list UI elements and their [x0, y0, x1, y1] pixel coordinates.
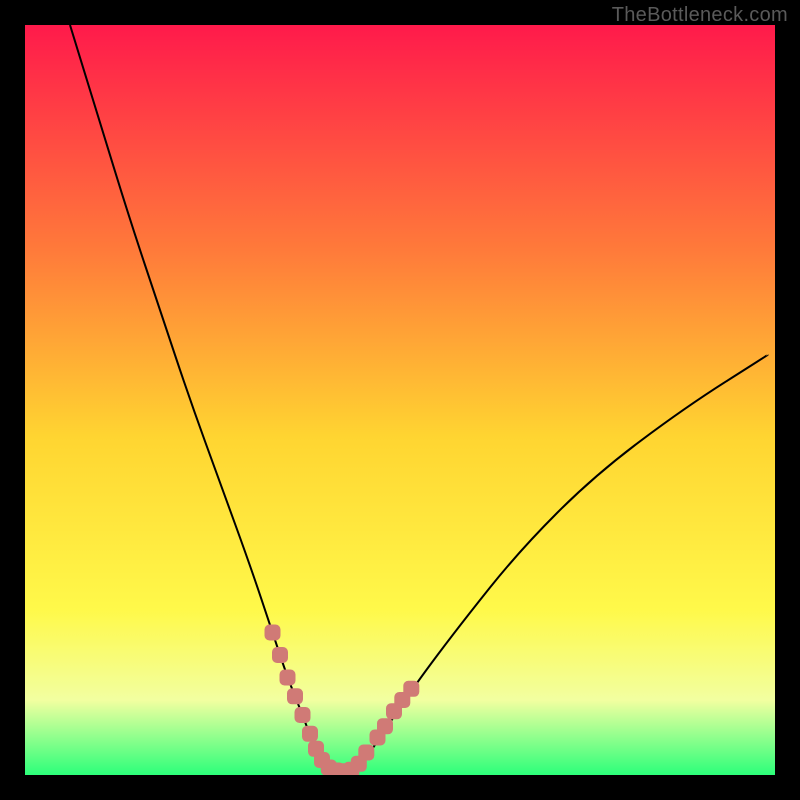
curve-marker: [377, 718, 393, 734]
curve-marker: [295, 707, 311, 723]
curve-marker: [265, 625, 281, 641]
chart-container: TheBottleneck.com: [0, 0, 800, 800]
watermark-text: TheBottleneck.com: [612, 4, 788, 27]
curve-marker: [358, 745, 374, 761]
gradient-background: [25, 25, 775, 775]
curve-marker: [403, 681, 419, 697]
curve-marker: [302, 726, 318, 742]
chart-svg: [25, 25, 775, 775]
curve-marker: [287, 688, 303, 704]
curve-marker: [280, 670, 296, 686]
plot-area: [25, 25, 775, 775]
curve-marker: [272, 647, 288, 663]
